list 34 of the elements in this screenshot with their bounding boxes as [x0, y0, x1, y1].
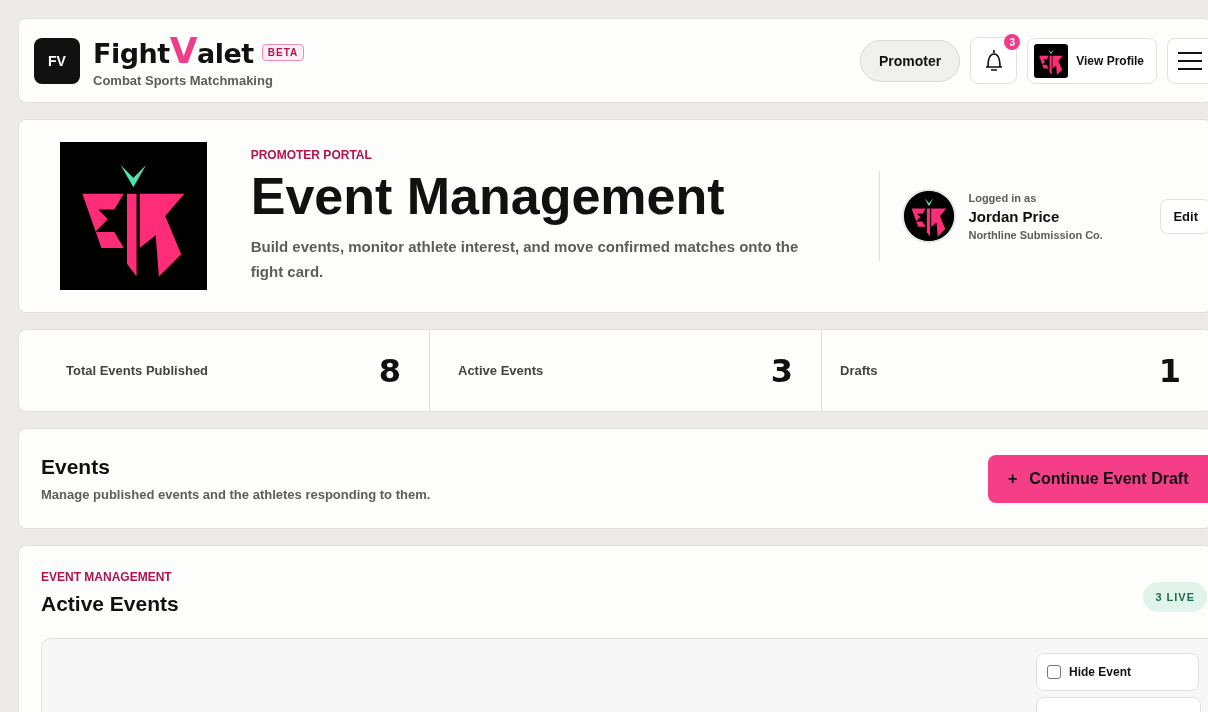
continue-draft-button[interactable]: + Continue Event Draft [988, 454, 1208, 503]
emblem-drawing [912, 198, 947, 237]
section-title: Events [41, 455, 111, 479]
menu-button[interactable] [1167, 37, 1208, 84]
stat-label: Active Events [458, 363, 544, 378]
stat-value: 3 [770, 351, 793, 390]
emblem-drawing [1039, 48, 1063, 75]
tagline: Combat Sports Matchmaking [93, 72, 274, 88]
account-caption: Logged in as [968, 191, 1038, 204]
checkbox[interactable] [1047, 665, 1061, 679]
stat-value: 8 [378, 351, 401, 390]
beta-badge: BETA [261, 43, 305, 61]
page-description: Build events, monitor athlete interest, and move confirmed matches onto the fight card. [250, 237, 800, 282]
section-subtitle: Manage published events and the athletes responding to them. [41, 487, 431, 502]
edit-button[interactable]: Edit [1160, 198, 1208, 234]
account-name: Jordan Price [968, 207, 1061, 225]
stat-label: Total Events Published [66, 363, 209, 378]
hide-event-toggle[interactable]: Hide Event [1036, 653, 1199, 691]
eyebrow-label: PROMOTER PORTAL [250, 148, 373, 162]
page-title: Event Management [250, 166, 726, 226]
menu-icon [1178, 51, 1202, 70]
section-title: Active Events [41, 592, 179, 616]
stat-label: Drafts [840, 363, 878, 378]
role-button[interactable]: Promoter [859, 39, 961, 82]
plus-icon: + [1008, 469, 1018, 488]
brand-name: FightValet [93, 33, 254, 71]
account-organization: Northline Submission Co. [968, 228, 1104, 241]
notification-count: 3 [1004, 34, 1021, 50]
live-count-badge: 3 LIVE [1143, 582, 1207, 612]
notification-button[interactable]: 3 [970, 37, 1018, 84]
app-logo[interactable]: FV [34, 37, 80, 84]
stat-value: 1 [1158, 351, 1181, 390]
eyebrow-label: EVENT MANAGEMENT [41, 570, 173, 584]
view-profile-button[interactable]: View Profile [1027, 37, 1157, 84]
